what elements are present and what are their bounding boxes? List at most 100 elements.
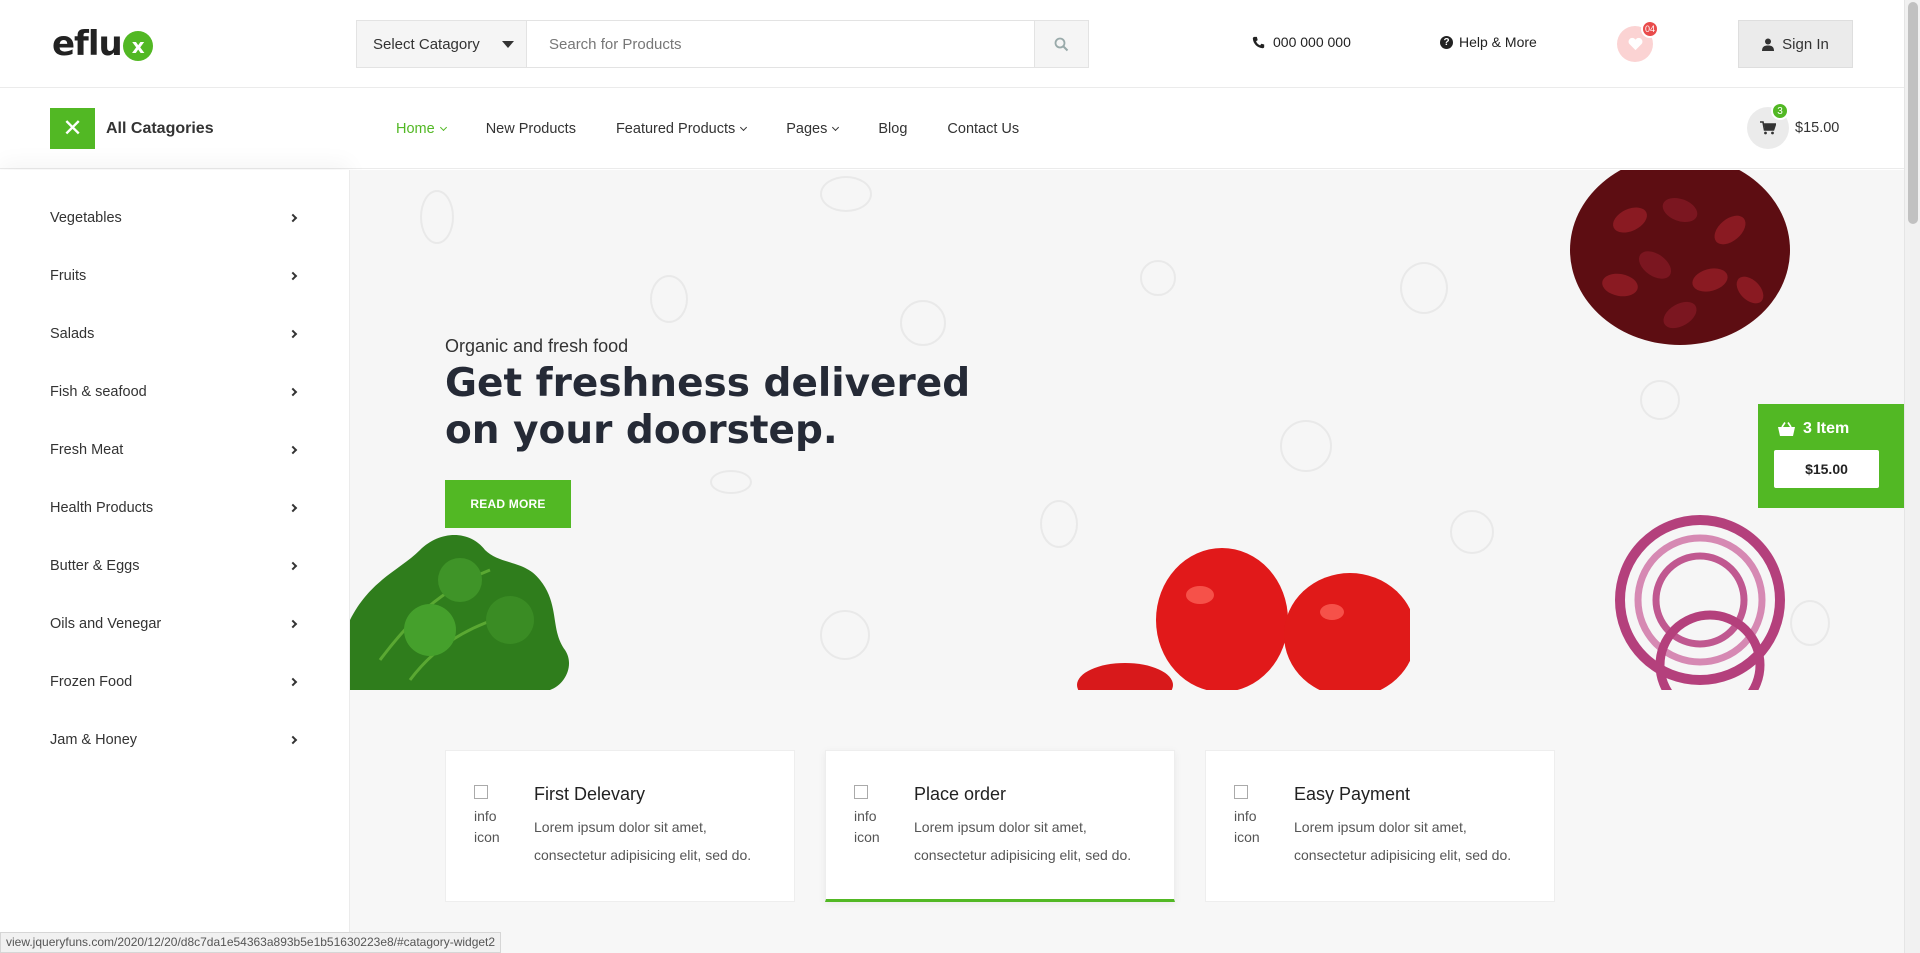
red-onion-image [1615,515,1785,690]
sidebar-item-salads[interactable]: Salads [50,322,300,346]
chevron-right-icon [288,445,298,455]
sidebar-item-jam-honey[interactable]: Jam & Honey [50,728,300,752]
cart-total: $15.00 [1795,120,1840,136]
sidebar-item-fresh-meat[interactable]: Fresh Meat [50,438,300,462]
logo[interactable]: eflu x [52,24,153,64]
chevron-right-icon [288,271,298,281]
phone-contact[interactable]: 000 000 000 [1252,34,1351,50]
nav-featured-products[interactable]: Featured Products [616,121,748,137]
floating-cart-widget[interactable]: 3 Item $15.00 [1758,404,1904,508]
info-section: info icon First Delevary Lorem ipsum dol… [350,690,1904,953]
phone-icon [1252,36,1265,48]
info-text: Lorem ipsum dolor sit amet, consectetur … [1294,819,1512,863]
chevron-right-icon [288,677,298,687]
pumpkin-doodle-icon [820,176,872,212]
apple-doodle-icon [1400,262,1448,314]
wishlist-count-badge: 04 [1641,20,1659,38]
cart-count-badge: 3 [1771,102,1789,120]
category-select[interactable]: Select Catagory [357,21,527,67]
nav-new-products-label: New Products [485,121,576,137]
all-categories-toggle[interactable]: ✕ All Catagories [50,108,214,149]
info-box-delivery: info icon First Delevary Lorem ipsum dol… [445,750,795,902]
chevron-right-icon [288,561,298,571]
broken-image-icon [854,785,868,799]
nav-new-products[interactable]: New Products [486,121,576,137]
chevron-right-icon [288,735,298,745]
read-more-button[interactable]: READ MORE [445,480,571,528]
sidebar-item-label: Frozen Food [50,674,133,690]
sidebar-item-label: Salads [50,326,95,342]
sidebar-item-fish-seafood[interactable]: Fish & seafood [50,380,300,404]
search-input[interactable] [527,21,1034,67]
info-title: Easy Payment [1294,784,1411,804]
logo-text: eflu [52,24,123,64]
watermelon-doodle-icon [710,470,752,494]
sidebar-item-fruits[interactable]: Fruits [50,264,300,288]
help-link[interactable]: ? Help & More [1440,34,1537,50]
top-header: eflux Select Catagory 000 000 000 ? Help… [0,0,1904,88]
sidebar-item-vegetables[interactable]: Vegetables [50,206,300,230]
info-title: Place order [914,784,1007,804]
heart-icon [1628,37,1642,51]
chevron-down-icon [740,123,748,131]
sidebar-item-label: Fruits [50,268,87,284]
wishlist-button[interactable]: 04 [1617,20,1659,62]
nav-pages[interactable]: Pages [786,121,840,137]
cart-button[interactable]: 3 [1747,102,1789,149]
sidebar-item-label: Vegetables [50,210,122,226]
info-icon-alt: info icon [1234,808,1260,845]
search-button[interactable] [1034,21,1088,67]
phone-number: 000 000 000 [1273,34,1351,50]
orange-doodle-icon [1280,420,1332,472]
floating-cart-header: 3 Item [1774,420,1888,438]
info-icon-alt: info icon [474,808,500,845]
sidebar-item-oils-venegar[interactable]: Oils and Venegar [50,612,300,636]
sidebar-item-butter-eggs[interactable]: Butter & Eggs [50,554,300,578]
nav-contact-us[interactable]: Contact Us [947,121,1019,137]
page-scrollbar[interactable] [1904,0,1920,953]
kidney-beans-image [1570,170,1790,345]
cherry-doodle-icon [1140,260,1176,296]
chevron-down-icon [439,123,447,131]
question-icon: ? [1440,35,1453,49]
all-categories-label: All Catagories [106,119,214,137]
sidebar-item-label: Fresh Meat [50,442,124,458]
hero-banner: Organic and fresh food Get freshness del… [350,170,1904,690]
info-image-icon: info icon [854,785,886,853]
lemon-doodle-icon [820,610,870,660]
tomatoes-image [1077,548,1410,690]
parsley-image [350,535,570,690]
broccoli-doodle-icon [900,300,946,346]
broken-image-icon [1234,785,1248,799]
nav-home[interactable]: Home [396,121,447,137]
sidebar-item-label: Health Products [50,500,154,516]
basket-icon [1778,422,1795,436]
sign-in-button[interactable]: Sign In [1738,20,1853,68]
hero-subtitle: Organic and fresh food [445,336,629,356]
nav-home-label: Home [396,121,435,137]
sign-in-label: Sign In [1782,35,1829,53]
logo-mark: x [122,31,153,61]
help-label: Help & More [1459,34,1537,50]
info-text: Lorem ipsum dolor sit amet, consectetur … [534,819,752,863]
close-icon[interactable]: ✕ [50,108,95,149]
sidebar-item-label: Oils and Venegar [50,616,162,632]
info-image-icon: info icon [1234,785,1266,853]
sidebar-item-label: Butter & Eggs [50,558,140,574]
banana-doodle-icon [1450,510,1494,554]
nav-blog-label: Blog [878,121,908,137]
sidebar-item-label: Fish & seafood [50,384,147,400]
sidebar-item-frozen-food[interactable]: Frozen Food [50,670,300,694]
info-box-place-order: info icon Place order Lorem ipsum dolor … [825,750,1175,902]
header-cart[interactable]: 3 $15.00 [1747,102,1840,149]
floating-cart-items: 3 Item [1803,420,1850,437]
sidebar-item-health-products[interactable]: Health Products [50,496,300,520]
broken-image-icon [474,785,488,799]
info-image-icon: info icon [474,785,506,853]
nav-blog[interactable]: Blog [878,121,907,137]
scrollbar-thumb[interactable] [1908,2,1918,224]
user-icon [1762,38,1775,51]
info-text: Lorem ipsum dolor sit amet, consectetur … [914,819,1132,863]
hero-title: Get freshness delivered on your doorstep… [445,361,971,453]
info-title: First Delevary [534,784,646,804]
